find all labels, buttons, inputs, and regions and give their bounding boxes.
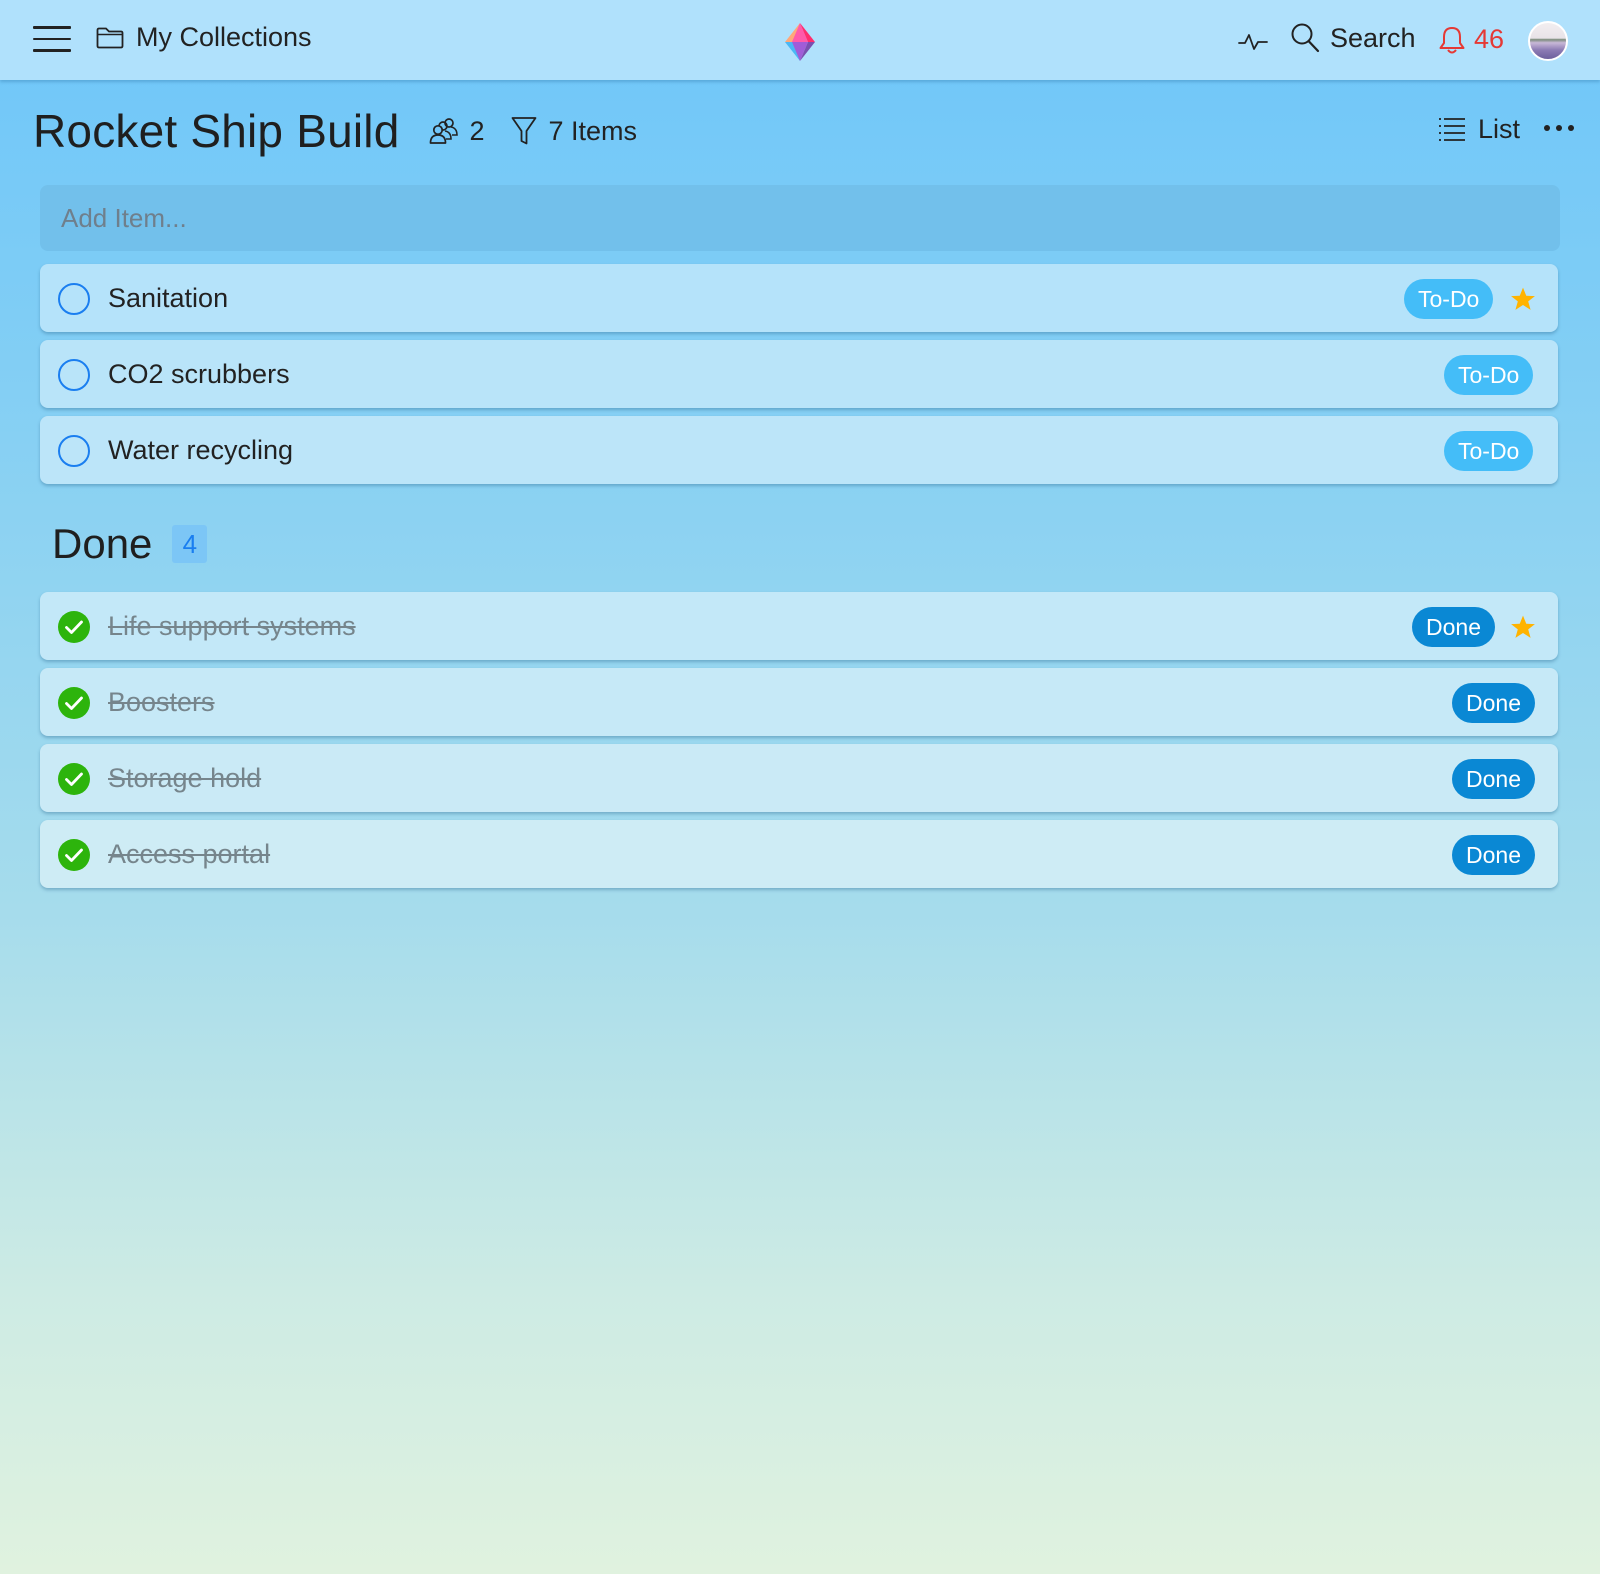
my-collections-label: My Collections xyxy=(136,22,312,52)
bell-icon xyxy=(1439,26,1465,53)
item-title[interactable]: Boosters xyxy=(108,687,215,718)
item-title[interactable]: Life support systems xyxy=(108,611,356,642)
top-bar: My Collections Search 46 xyxy=(0,0,1600,80)
complete-toggle[interactable] xyxy=(58,283,90,315)
status-badge[interactable]: To-Do xyxy=(1404,279,1494,319)
todo-item-row[interactable]: CO2 scrubbers To-Do xyxy=(40,340,1558,408)
status-badge[interactable]: To-Do xyxy=(1444,355,1534,395)
item-title[interactable]: CO2 scrubbers xyxy=(108,359,290,390)
members-button[interactable]: 2 xyxy=(429,115,485,147)
filter-button[interactable]: 7 Items xyxy=(511,115,638,147)
notifications-button[interactable]: 46 xyxy=(1438,24,1504,55)
status-badge[interactable]: To-Do xyxy=(1444,431,1534,471)
done-section-header[interactable]: Done 4 xyxy=(52,520,208,568)
item-title[interactable]: Access portal xyxy=(108,839,270,870)
done-item-row[interactable]: Access portal Done xyxy=(40,820,1558,888)
star-icon[interactable] xyxy=(1510,286,1536,312)
status-badge[interactable]: Done xyxy=(1452,835,1535,875)
search-button[interactable]: Search xyxy=(1290,22,1416,54)
done-item-row[interactable]: Storage hold Done xyxy=(40,744,1558,812)
done-section-label: Done xyxy=(52,520,153,567)
people-icon xyxy=(430,118,459,144)
page-title: Rocket Ship Build xyxy=(33,105,400,157)
check-circle-icon[interactable] xyxy=(58,611,90,643)
notification-count: 46 xyxy=(1474,24,1505,54)
item-title[interactable]: Water recycling xyxy=(108,435,293,466)
item-title[interactable]: Storage hold xyxy=(108,763,261,794)
my-collections-link[interactable]: My Collections xyxy=(96,22,312,53)
user-avatar[interactable] xyxy=(1528,21,1568,61)
folder-icon xyxy=(96,27,124,48)
check-circle-icon[interactable] xyxy=(58,687,90,719)
view-mode-button[interactable]: List xyxy=(1438,114,1520,145)
list-icon xyxy=(1439,117,1465,141)
empty-circle-icon xyxy=(58,283,90,315)
todo-item-row[interactable]: Sanitation To-Do xyxy=(40,264,1558,332)
filter-icon xyxy=(511,117,536,145)
gem-logo[interactable] xyxy=(784,22,816,62)
status-badge[interactable]: Done xyxy=(1452,759,1535,799)
search-icon xyxy=(1291,23,1320,53)
item-title[interactable]: Sanitation xyxy=(108,283,228,314)
items-count-label: 7 Items xyxy=(548,115,638,146)
ellipsis-icon[interactable] xyxy=(1544,118,1574,138)
collection-header: Rocket Ship Build 2 7 Items xyxy=(33,100,637,162)
check-circle-icon[interactable] xyxy=(58,839,90,871)
done-count-badge: 4 xyxy=(172,525,208,563)
check-circle-icon[interactable] xyxy=(58,763,90,795)
complete-toggle[interactable] xyxy=(58,359,90,391)
done-item-row[interactable]: Life support systems Done xyxy=(40,592,1558,660)
star-icon[interactable] xyxy=(1510,614,1536,640)
members-count: 2 xyxy=(469,115,485,146)
empty-circle-icon xyxy=(58,359,90,391)
pulse-icon[interactable] xyxy=(1238,30,1268,54)
hamburger-icon[interactable] xyxy=(33,26,71,52)
status-badge[interactable]: Done xyxy=(1412,607,1495,647)
search-label: Search xyxy=(1330,22,1416,53)
complete-toggle[interactable] xyxy=(58,435,90,467)
empty-circle-icon xyxy=(58,435,90,467)
todo-item-row[interactable]: Water recycling To-Do xyxy=(40,416,1558,484)
status-badge[interactable]: Done xyxy=(1452,683,1535,723)
view-mode-label: List xyxy=(1478,114,1521,144)
add-item-input[interactable] xyxy=(40,185,1560,251)
done-item-row[interactable]: Boosters Done xyxy=(40,668,1558,736)
